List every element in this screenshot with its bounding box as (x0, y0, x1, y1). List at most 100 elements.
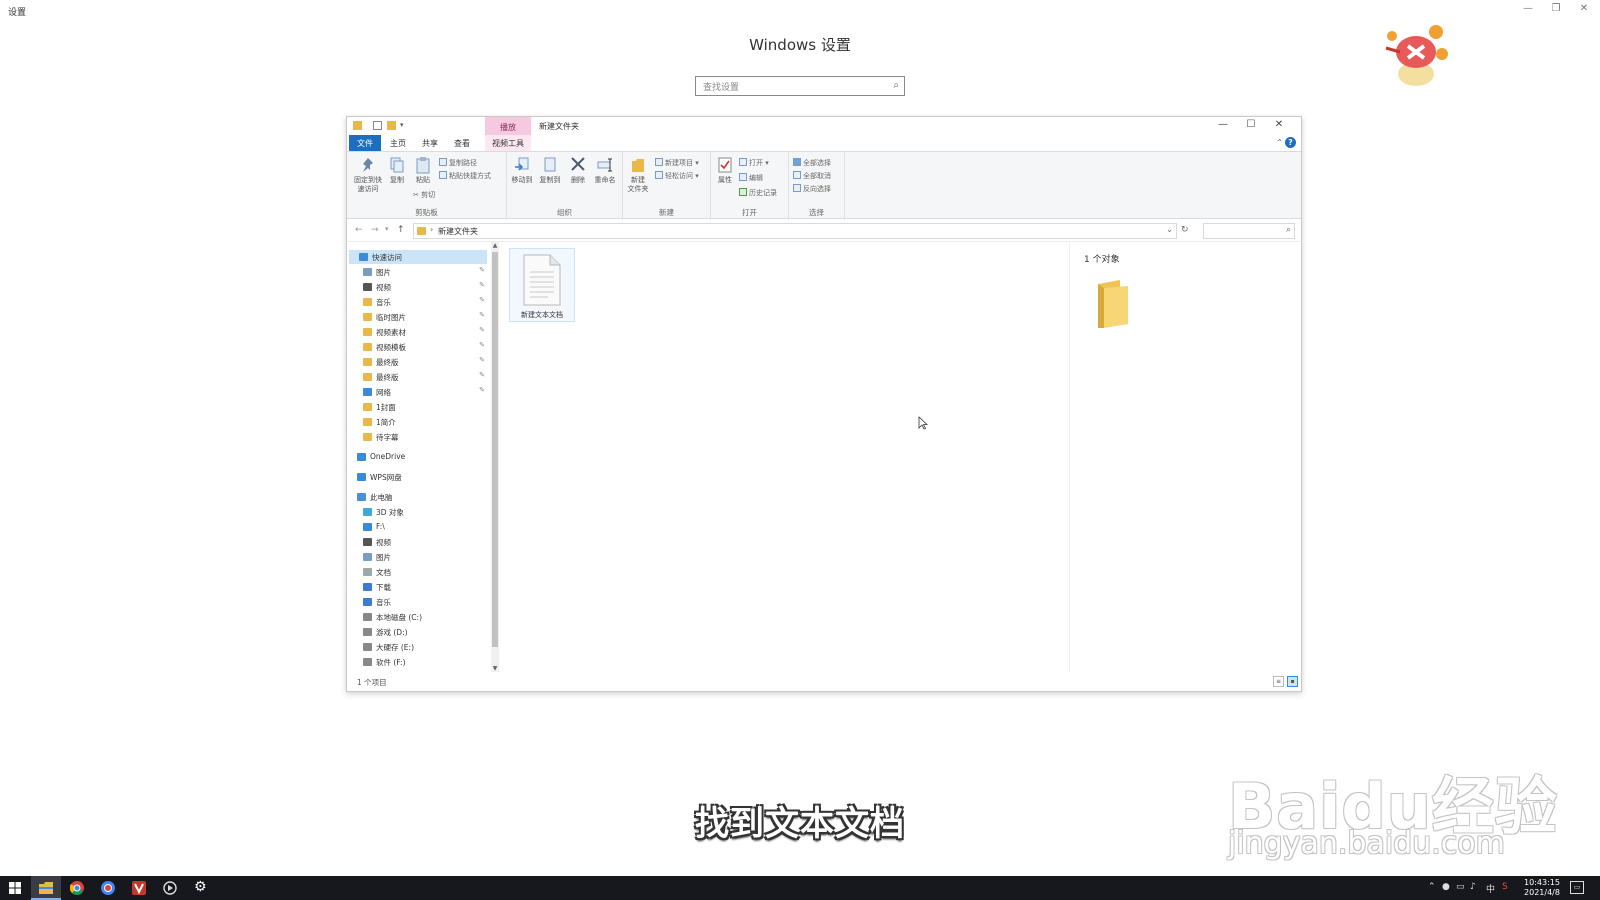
nav-quick-item[interactable]: 临时图片 ✎ (349, 310, 487, 324)
nav-pc-item[interactable]: 视频 (349, 535, 487, 549)
nav-onedrive[interactable]: OneDrive (349, 450, 487, 464)
large-icons-view-button[interactable]: ▪ (1287, 676, 1298, 687)
move-to-button[interactable]: 移动到 (509, 156, 535, 185)
nav-quick-item[interactable]: 视频 ✎ (349, 280, 487, 294)
tray-chevron-icon[interactable]: ⌃ (1428, 882, 1436, 892)
tray-app-icon[interactable]: ● (1442, 882, 1450, 892)
new-folder-quick-icon[interactable] (387, 121, 396, 130)
scroll-down-arrow-icon[interactable]: ▼ (491, 665, 499, 672)
folder-icon (363, 433, 372, 441)
taskbar-video-editor[interactable] (124, 876, 154, 900)
nav-this-pc[interactable]: 此电脑 (349, 490, 487, 504)
nav-item-label: 大硬存 (E:) (376, 643, 415, 652)
tab-share[interactable]: 共享 (415, 135, 445, 151)
nav-pc-item[interactable]: F:\ (349, 520, 487, 534)
clock-time: 10:43:15 (1524, 878, 1560, 887)
maximize-button[interactable]: ☐ (1237, 119, 1265, 133)
paste-shortcut-button[interactable]: 粘贴快捷方式 (439, 171, 491, 181)
settings-minimize-button[interactable]: — (1514, 3, 1542, 14)
scrollbar-thumb[interactable] (492, 252, 498, 647)
open-button[interactable]: 打开 ▾ (739, 158, 769, 168)
nav-pc-item[interactable]: 软件 (F:) (349, 655, 487, 669)
help-icon[interactable]: ? (1285, 137, 1296, 148)
ime-indicator[interactable]: 中 (1486, 882, 1495, 895)
history-button[interactable]: 历史记录 (739, 188, 777, 198)
nav-quick-item[interactable]: 网络 ✎ (349, 385, 487, 399)
tab-view[interactable]: 查看 (447, 135, 477, 151)
quick-access-dropdown-icon[interactable]: ▾ (400, 121, 409, 130)
context-tab-play[interactable]: 播放 (485, 117, 531, 135)
nav-pc-item[interactable]: 图片 (349, 550, 487, 564)
address-dropdown-icon[interactable]: ⌄ (1166, 225, 1173, 234)
taskbar-browser[interactable] (93, 876, 123, 900)
nav-pc-item[interactable]: 本地磁盘 (C:) (349, 610, 487, 624)
file-item[interactable]: 新建文本文档 (509, 248, 575, 322)
start-button[interactable] (0, 876, 30, 900)
properties-quick-icon[interactable] (373, 121, 382, 130)
minimize-button[interactable]: — (1209, 119, 1237, 133)
taskbar-chrome[interactable] (62, 876, 92, 900)
up-arrow-icon[interactable]: ↑ (397, 225, 405, 235)
select-all-button[interactable]: 全部选择 (793, 158, 831, 168)
edit-button[interactable]: 编辑 (739, 173, 763, 183)
folder-search-input[interactable]: ⌕ (1203, 223, 1295, 239)
nav-pc-item[interactable]: 游戏 (D:) (349, 625, 487, 639)
taskbar-clock[interactable]: 10:43:15 2021/4/8 (1520, 878, 1564, 898)
paste-button[interactable]: 粘贴 (411, 156, 435, 185)
taskbar-media-app[interactable] (155, 876, 185, 900)
pin-to-quick-access-button[interactable]: 固定到快 速访问 (351, 156, 385, 194)
nav-quick-item[interactable]: 1封面 (349, 400, 487, 414)
forward-arrow-icon[interactable]: → (371, 225, 379, 235)
invert-selection-icon (793, 184, 801, 192)
rename-button[interactable]: 重命名 (591, 156, 619, 185)
copy-to-button[interactable]: 复制到 (537, 156, 563, 185)
new-item-button[interactable]: 新建项目 ▾ (655, 158, 699, 168)
cut-button[interactable]: ✂ 剪切 (413, 190, 435, 200)
nav-quick-item[interactable]: 最终版 ✎ (349, 355, 487, 369)
nav-scrollbar[interactable]: ▲ ▼ (491, 242, 499, 672)
nav-pc-item[interactable]: 3D 对象 (349, 505, 487, 519)
nav-pc-item[interactable]: 音乐 (349, 595, 487, 609)
details-view-button[interactable]: ≡ (1273, 676, 1284, 687)
nav-pc-item[interactable]: 文档 (349, 565, 487, 579)
nav-quick-access[interactable]: 快速访问 (349, 250, 487, 264)
easy-access-button[interactable]: 轻松访问 ▾ (655, 171, 699, 181)
nav-quick-item[interactable]: 待字幕 (349, 430, 487, 444)
nav-quick-item[interactable]: 视频模板 ✎ (349, 340, 487, 354)
volume-icon[interactable]: ♪ (1470, 882, 1476, 892)
notification-center-icon[interactable]: ▭ (1570, 881, 1584, 894)
nav-quick-item[interactable]: 1简介 (349, 415, 487, 429)
copy-path-button[interactable]: 复制路径 (439, 158, 477, 168)
nav-wps-drive[interactable]: WPS网盘 (349, 470, 487, 484)
new-folder-button[interactable]: 新建 文件夹 (625, 156, 651, 194)
copy-button[interactable]: 复制 (387, 156, 407, 185)
recent-dropdown-icon[interactable]: ▾ (385, 225, 389, 233)
close-button[interactable]: ✕ (1265, 119, 1293, 133)
nav-quick-item[interactable]: 音乐 ✎ (349, 295, 487, 309)
refresh-icon[interactable]: ↻ (1181, 225, 1189, 235)
tab-home[interactable]: 主页 (383, 135, 413, 151)
nav-pc-item[interactable]: 下载 (349, 580, 487, 594)
properties-button[interactable]: 属性 (713, 156, 737, 185)
nav-quick-item[interactable]: 视频素材 ✎ (349, 325, 487, 339)
delete-button[interactable]: 删除 (567, 156, 589, 185)
back-arrow-icon[interactable]: ← (355, 225, 363, 235)
settings-search-input[interactable]: 查找设置 ⌕ (695, 76, 905, 96)
tab-file[interactable]: 文件 (349, 135, 381, 151)
settings-close-button[interactable]: ✕ (1570, 3, 1598, 14)
taskbar-settings[interactable]: ⚙ (186, 876, 216, 900)
nav-quick-item[interactable]: 图片 ✎ (349, 265, 487, 279)
nav-pc-item[interactable]: 大硬存 (E:) (349, 640, 487, 654)
taskbar-file-explorer[interactable] (31, 876, 61, 900)
tab-video-tools[interactable]: 视频工具 (485, 135, 531, 151)
ribbon-collapse-icon[interactable]: ⌃ (1276, 138, 1283, 147)
select-none-button[interactable]: 全部取消 (793, 171, 831, 181)
nav-quick-item[interactable]: 最终版 ✎ (349, 370, 487, 384)
address-bar[interactable]: › 新建文件夹 ⌄ (413, 223, 1177, 239)
antivirus-tray-icon[interactable]: S (1502, 882, 1508, 892)
settings-restore-button[interactable]: ❐ (1542, 3, 1570, 14)
network-icon[interactable]: ▭ (1456, 882, 1465, 892)
scroll-up-arrow-icon[interactable]: ▲ (491, 242, 499, 249)
invert-selection-button[interactable]: 反向选择 (793, 184, 831, 194)
folder-icon (363, 538, 372, 546)
